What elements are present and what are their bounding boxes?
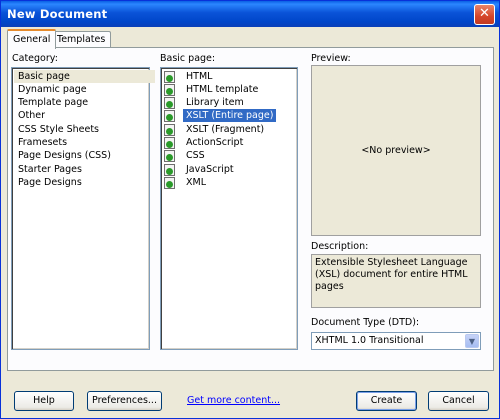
document-icon — [164, 71, 175, 83]
page-item-html-template[interactable]: HTML template — [164, 83, 261, 96]
page-item-html[interactable]: HTML — [164, 70, 215, 83]
category-item-starter-pages[interactable]: Starter Pages — [14, 163, 82, 176]
document-icon — [164, 110, 175, 122]
close-button[interactable]: ✕ — [474, 4, 495, 25]
chevron-down-icon[interactable]: ▼ — [465, 334, 479, 348]
basic-page-list[interactable]: HTML HTML template Library item XSLT (En… — [160, 67, 298, 350]
page-item-xslt-fragment[interactable]: XSLT (Fragment) — [164, 123, 267, 136]
category-item-template-page[interactable]: Template page — [14, 96, 88, 109]
category-item-framesets[interactable]: Framesets — [14, 136, 67, 149]
preview-label: Preview: — [311, 53, 351, 64]
category-item-other[interactable]: Other — [14, 109, 45, 122]
doctype-select[interactable]: XHTML 1.0 Transitional ▼ — [311, 332, 481, 350]
doctype-label: Document Type (DTD): — [311, 317, 420, 328]
new-document-dialog: New Document ✕ General Templates Categor… — [0, 0, 500, 419]
page-item-javascript[interactable]: JavaScript — [164, 163, 237, 176]
get-more-content-link[interactable]: Get more content... — [187, 395, 280, 406]
tab-general-label: General — [13, 34, 51, 45]
document-icon — [164, 124, 175, 136]
preview-placeholder: <No preview> — [361, 145, 431, 156]
category-label: Category: — [12, 53, 58, 64]
category-item-page-designs-css[interactable]: Page Designs (CSS) — [14, 149, 111, 162]
doctype-value: XHTML 1.0 Transitional — [315, 335, 424, 346]
page-item-actionscript[interactable]: ActionScript — [164, 136, 246, 149]
basic-page-label: Basic page: — [160, 53, 216, 64]
create-button[interactable]: Create — [356, 391, 417, 411]
description-text: Extensible Stylesheet Language (XSL) doc… — [315, 257, 468, 292]
window-title: New Document — [7, 7, 108, 21]
page-item-xml[interactable]: XML — [164, 176, 209, 189]
document-icon — [164, 97, 175, 109]
preview-pane: <No preview> — [311, 65, 481, 236]
tab-templates[interactable]: Templates — [51, 31, 112, 48]
page-item-xslt-entire-page[interactable]: XSLT (Entire page) — [164, 109, 277, 122]
page-item-library-item[interactable]: Library item — [164, 96, 247, 109]
document-icon — [164, 84, 175, 96]
category-item-css-style-sheets[interactable]: CSS Style Sheets — [14, 123, 99, 136]
help-button[interactable]: Help — [14, 391, 74, 411]
category-item-dynamic-page[interactable]: Dynamic page — [14, 83, 87, 96]
document-icon — [164, 177, 175, 189]
document-icon — [164, 137, 175, 149]
document-icon — [164, 150, 175, 162]
document-icon — [164, 164, 175, 176]
description-label: Description: — [311, 241, 369, 252]
category-item-basic-page[interactable]: Basic page — [14, 70, 155, 83]
page-item-css[interactable]: CSS — [164, 149, 208, 162]
description-box: Extensible Stylesheet Language (XSL) doc… — [311, 254, 481, 308]
category-item-page-designs[interactable]: Page Designs — [14, 176, 82, 189]
title-bar[interactable]: New Document ✕ — [1, 1, 499, 27]
category-list[interactable]: Basic page Dynamic page Template page Ot… — [11, 67, 155, 350]
close-icon: ✕ — [479, 6, 490, 21]
tab-templates-label: Templates — [57, 34, 106, 45]
preferences-button[interactable]: Preferences... — [87, 391, 162, 411]
cancel-button[interactable]: Cancel — [428, 391, 489, 411]
tab-general[interactable]: General — [7, 29, 57, 49]
